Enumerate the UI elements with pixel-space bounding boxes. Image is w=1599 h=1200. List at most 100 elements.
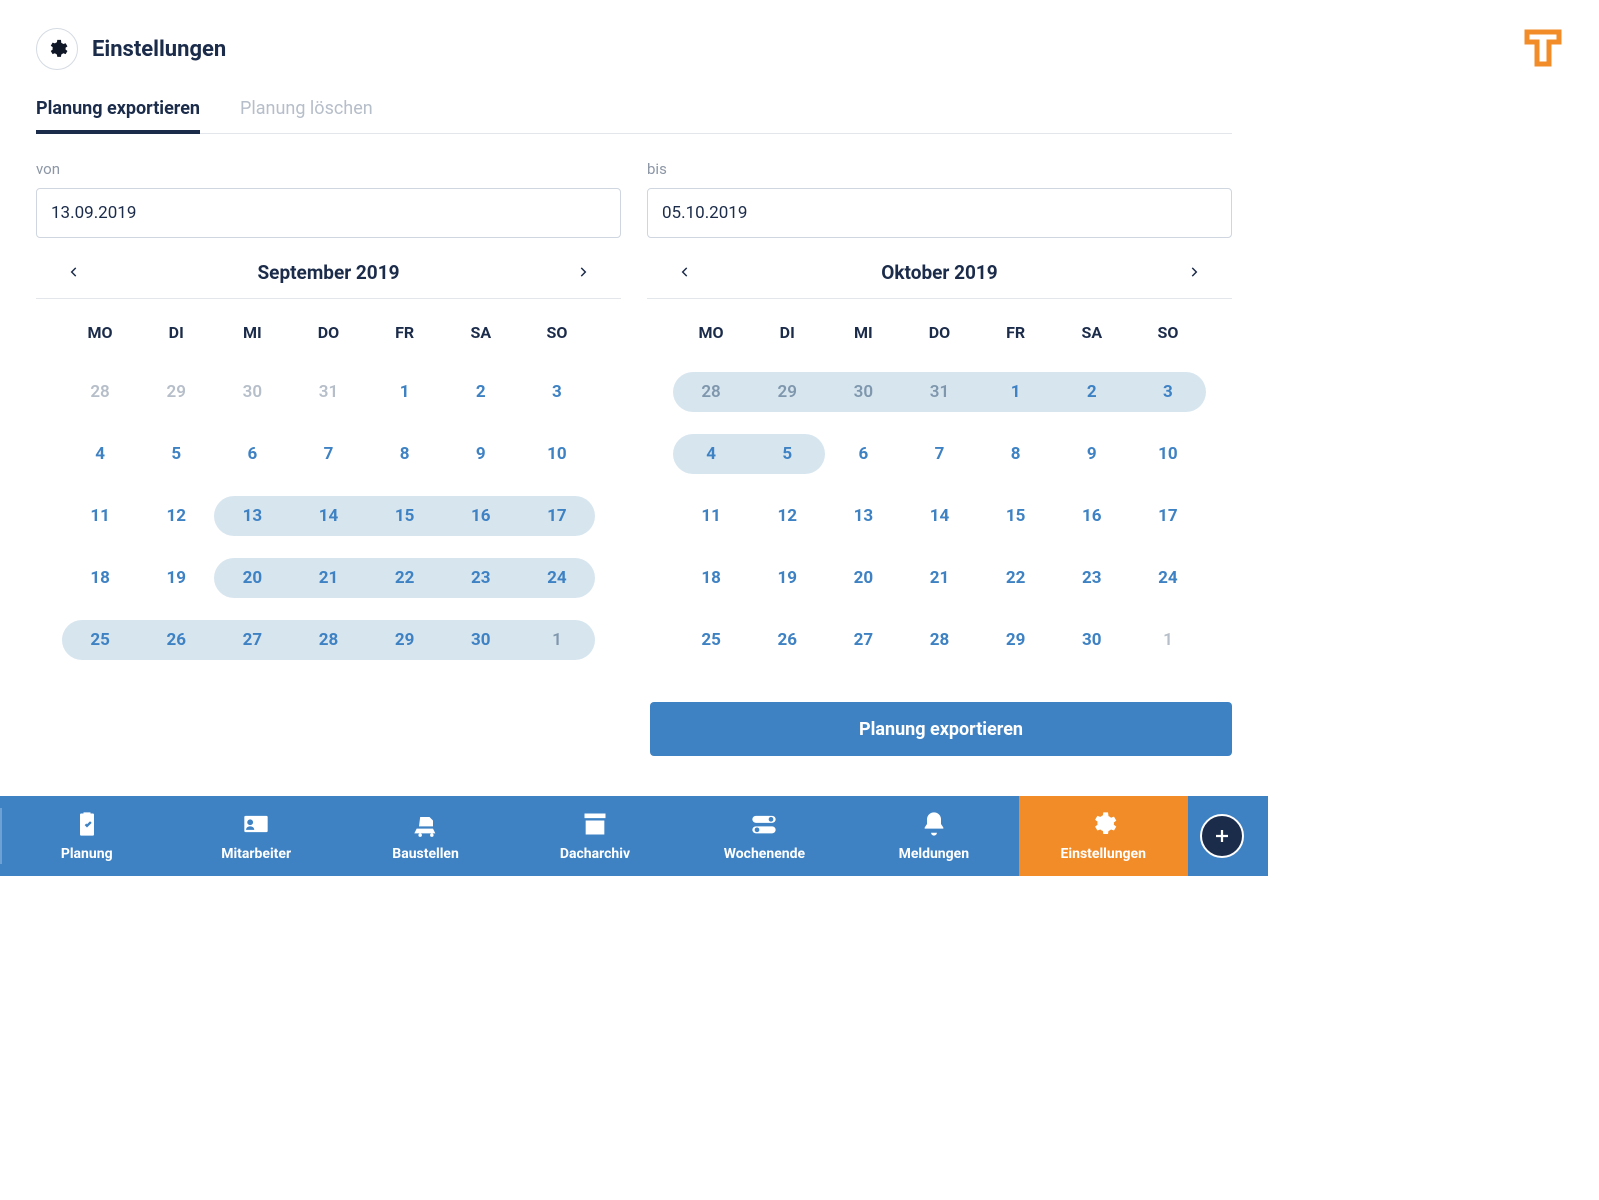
calendar-day[interactable]: 3 bbox=[519, 382, 595, 402]
calendar-day[interactable]: 11 bbox=[62, 506, 138, 526]
export-button[interactable]: Planung exportieren bbox=[650, 702, 1232, 756]
calendar-day[interactable]: 6 bbox=[214, 444, 290, 464]
calendar-day[interactable]: 8 bbox=[367, 444, 443, 464]
calendar-day[interactable]: 26 bbox=[749, 630, 825, 650]
calendar-day[interactable]: 16 bbox=[1054, 506, 1130, 526]
calendar-day[interactable]: 30 bbox=[443, 630, 519, 650]
calendar-day[interactable]: 25 bbox=[673, 630, 749, 650]
nav-dacharchiv[interactable]: Dacharchiv bbox=[510, 796, 679, 876]
calendar-day[interactable]: 30 bbox=[1054, 630, 1130, 650]
calendar-day[interactable]: 12 bbox=[749, 506, 825, 526]
calendar-day[interactable]: 21 bbox=[290, 568, 366, 588]
calendar-day[interactable]: 29 bbox=[138, 382, 214, 402]
calendar-day[interactable]: 28 bbox=[290, 630, 366, 650]
calendar-day[interactable]: 22 bbox=[367, 568, 443, 588]
calendar-day[interactable]: 26 bbox=[138, 630, 214, 650]
calendar-day[interactable]: 4 bbox=[62, 444, 138, 464]
nav-meldungen[interactable]: Meldungen bbox=[849, 796, 1018, 876]
calendar-day[interactable]: 1 bbox=[1130, 630, 1206, 650]
calendar-day[interactable]: 29 bbox=[367, 630, 443, 650]
calendar-day[interactable]: 2 bbox=[1054, 382, 1130, 402]
calendar-day[interactable]: 13 bbox=[214, 506, 290, 526]
calendar-day[interactable]: 3 bbox=[1130, 382, 1206, 402]
nav-label: Baustellen bbox=[392, 846, 459, 862]
calendar-day[interactable]: 19 bbox=[138, 568, 214, 588]
dow-header: FR bbox=[367, 323, 443, 342]
calendar-day[interactable]: 2 bbox=[443, 382, 519, 402]
next-month-to[interactable] bbox=[1182, 260, 1206, 284]
nav-einstellungen[interactable]: Einstellungen bbox=[1019, 796, 1188, 876]
nav-planung[interactable]: Planung bbox=[2, 796, 171, 876]
to-date-input[interactable]: 05.10.2019 bbox=[647, 188, 1232, 238]
calendar-day[interactable]: 29 bbox=[749, 382, 825, 402]
calendar-day[interactable]: 23 bbox=[1054, 568, 1130, 588]
calendar-day[interactable]: 5 bbox=[138, 444, 214, 464]
calendar-day[interactable]: 8 bbox=[978, 444, 1054, 464]
nav-label: Dacharchiv bbox=[560, 846, 630, 862]
calendar-day[interactable]: 28 bbox=[673, 382, 749, 402]
calendar-day[interactable]: 9 bbox=[443, 444, 519, 464]
month-label-from: September 2019 bbox=[257, 261, 399, 284]
to-label: bis bbox=[647, 160, 1232, 178]
calendar-day[interactable]: 28 bbox=[62, 382, 138, 402]
calendar-day[interactable]: 31 bbox=[290, 382, 366, 402]
calendar-day[interactable]: 4 bbox=[673, 444, 749, 464]
calendar-day[interactable]: 27 bbox=[214, 630, 290, 650]
calendar-day[interactable]: 1 bbox=[519, 630, 595, 650]
bell-icon bbox=[920, 810, 948, 842]
calendar-day[interactable]: 21 bbox=[901, 568, 977, 588]
calendar-day[interactable]: 1 bbox=[367, 382, 443, 402]
calendar-day[interactable]: 12 bbox=[138, 506, 214, 526]
id-card-icon bbox=[242, 810, 270, 842]
calendar-day[interactable]: 10 bbox=[1130, 444, 1206, 464]
calendar-day[interactable]: 14 bbox=[901, 506, 977, 526]
nav-wochenende[interactable]: Wochenende bbox=[680, 796, 849, 876]
calendar-day[interactable]: 17 bbox=[1130, 506, 1206, 526]
calendar-day[interactable]: 23 bbox=[443, 568, 519, 588]
calendar-day[interactable]: 16 bbox=[443, 506, 519, 526]
calendar-day[interactable]: 7 bbox=[290, 444, 366, 464]
calendar-day[interactable]: 13 bbox=[825, 506, 901, 526]
calendar-day[interactable]: 28 bbox=[901, 630, 977, 650]
calendar-day[interactable]: 29 bbox=[978, 630, 1054, 650]
calendar-day[interactable]: 5 bbox=[749, 444, 825, 464]
calendar-day[interactable]: 1 bbox=[978, 382, 1054, 402]
tab-delete[interactable]: Planung löschen bbox=[240, 98, 373, 133]
calendar-day[interactable]: 31 bbox=[901, 382, 977, 402]
calendar-day[interactable]: 10 bbox=[519, 444, 595, 464]
bottom-nav: PlanungMitarbeiter Baustellen Dacharchiv Wo… bbox=[0, 796, 1268, 876]
calendar-day[interactable]: 17 bbox=[519, 506, 595, 526]
calendar-day[interactable]: 15 bbox=[367, 506, 443, 526]
calendar-day[interactable]: 18 bbox=[673, 568, 749, 588]
nav-mitarbeiter[interactable]: Mitarbeiter bbox=[171, 796, 340, 876]
prev-month-to[interactable] bbox=[673, 260, 697, 284]
calendar-day[interactable]: 9 bbox=[1054, 444, 1130, 464]
dow-header: MO bbox=[62, 323, 138, 342]
tab-export[interactable]: Planung exportieren bbox=[36, 98, 200, 133]
add-button[interactable] bbox=[1200, 814, 1244, 858]
dow-header: DI bbox=[749, 323, 825, 342]
calendar-day[interactable]: 20 bbox=[825, 568, 901, 588]
calendar-day[interactable]: 11 bbox=[673, 506, 749, 526]
next-month-from[interactable] bbox=[571, 260, 595, 284]
from-date-input[interactable]: 13.09.2019 bbox=[36, 188, 621, 238]
calendar-day[interactable]: 25 bbox=[62, 630, 138, 650]
calendar-day[interactable]: 6 bbox=[825, 444, 901, 464]
calendar-day[interactable]: 24 bbox=[519, 568, 595, 588]
calendar-day[interactable]: 22 bbox=[978, 568, 1054, 588]
calendar-day[interactable]: 24 bbox=[1130, 568, 1206, 588]
prev-month-from[interactable] bbox=[62, 260, 86, 284]
calendar-day[interactable]: 18 bbox=[62, 568, 138, 588]
nav-baustellen[interactable]: Baustellen bbox=[341, 796, 510, 876]
calendar-day[interactable]: 7 bbox=[901, 444, 977, 464]
calendar-day[interactable]: 30 bbox=[825, 382, 901, 402]
calendar-day[interactable]: 14 bbox=[290, 506, 366, 526]
nav-label: Einstellungen bbox=[1061, 846, 1146, 862]
calendar-day[interactable]: 27 bbox=[825, 630, 901, 650]
calendar-day[interactable]: 30 bbox=[214, 382, 290, 402]
calendar-day[interactable]: 20 bbox=[214, 568, 290, 588]
calendar-day[interactable]: 15 bbox=[978, 506, 1054, 526]
dow-header: MI bbox=[825, 323, 901, 342]
calendar-day[interactable]: 19 bbox=[749, 568, 825, 588]
dow-header: SA bbox=[1054, 323, 1130, 342]
